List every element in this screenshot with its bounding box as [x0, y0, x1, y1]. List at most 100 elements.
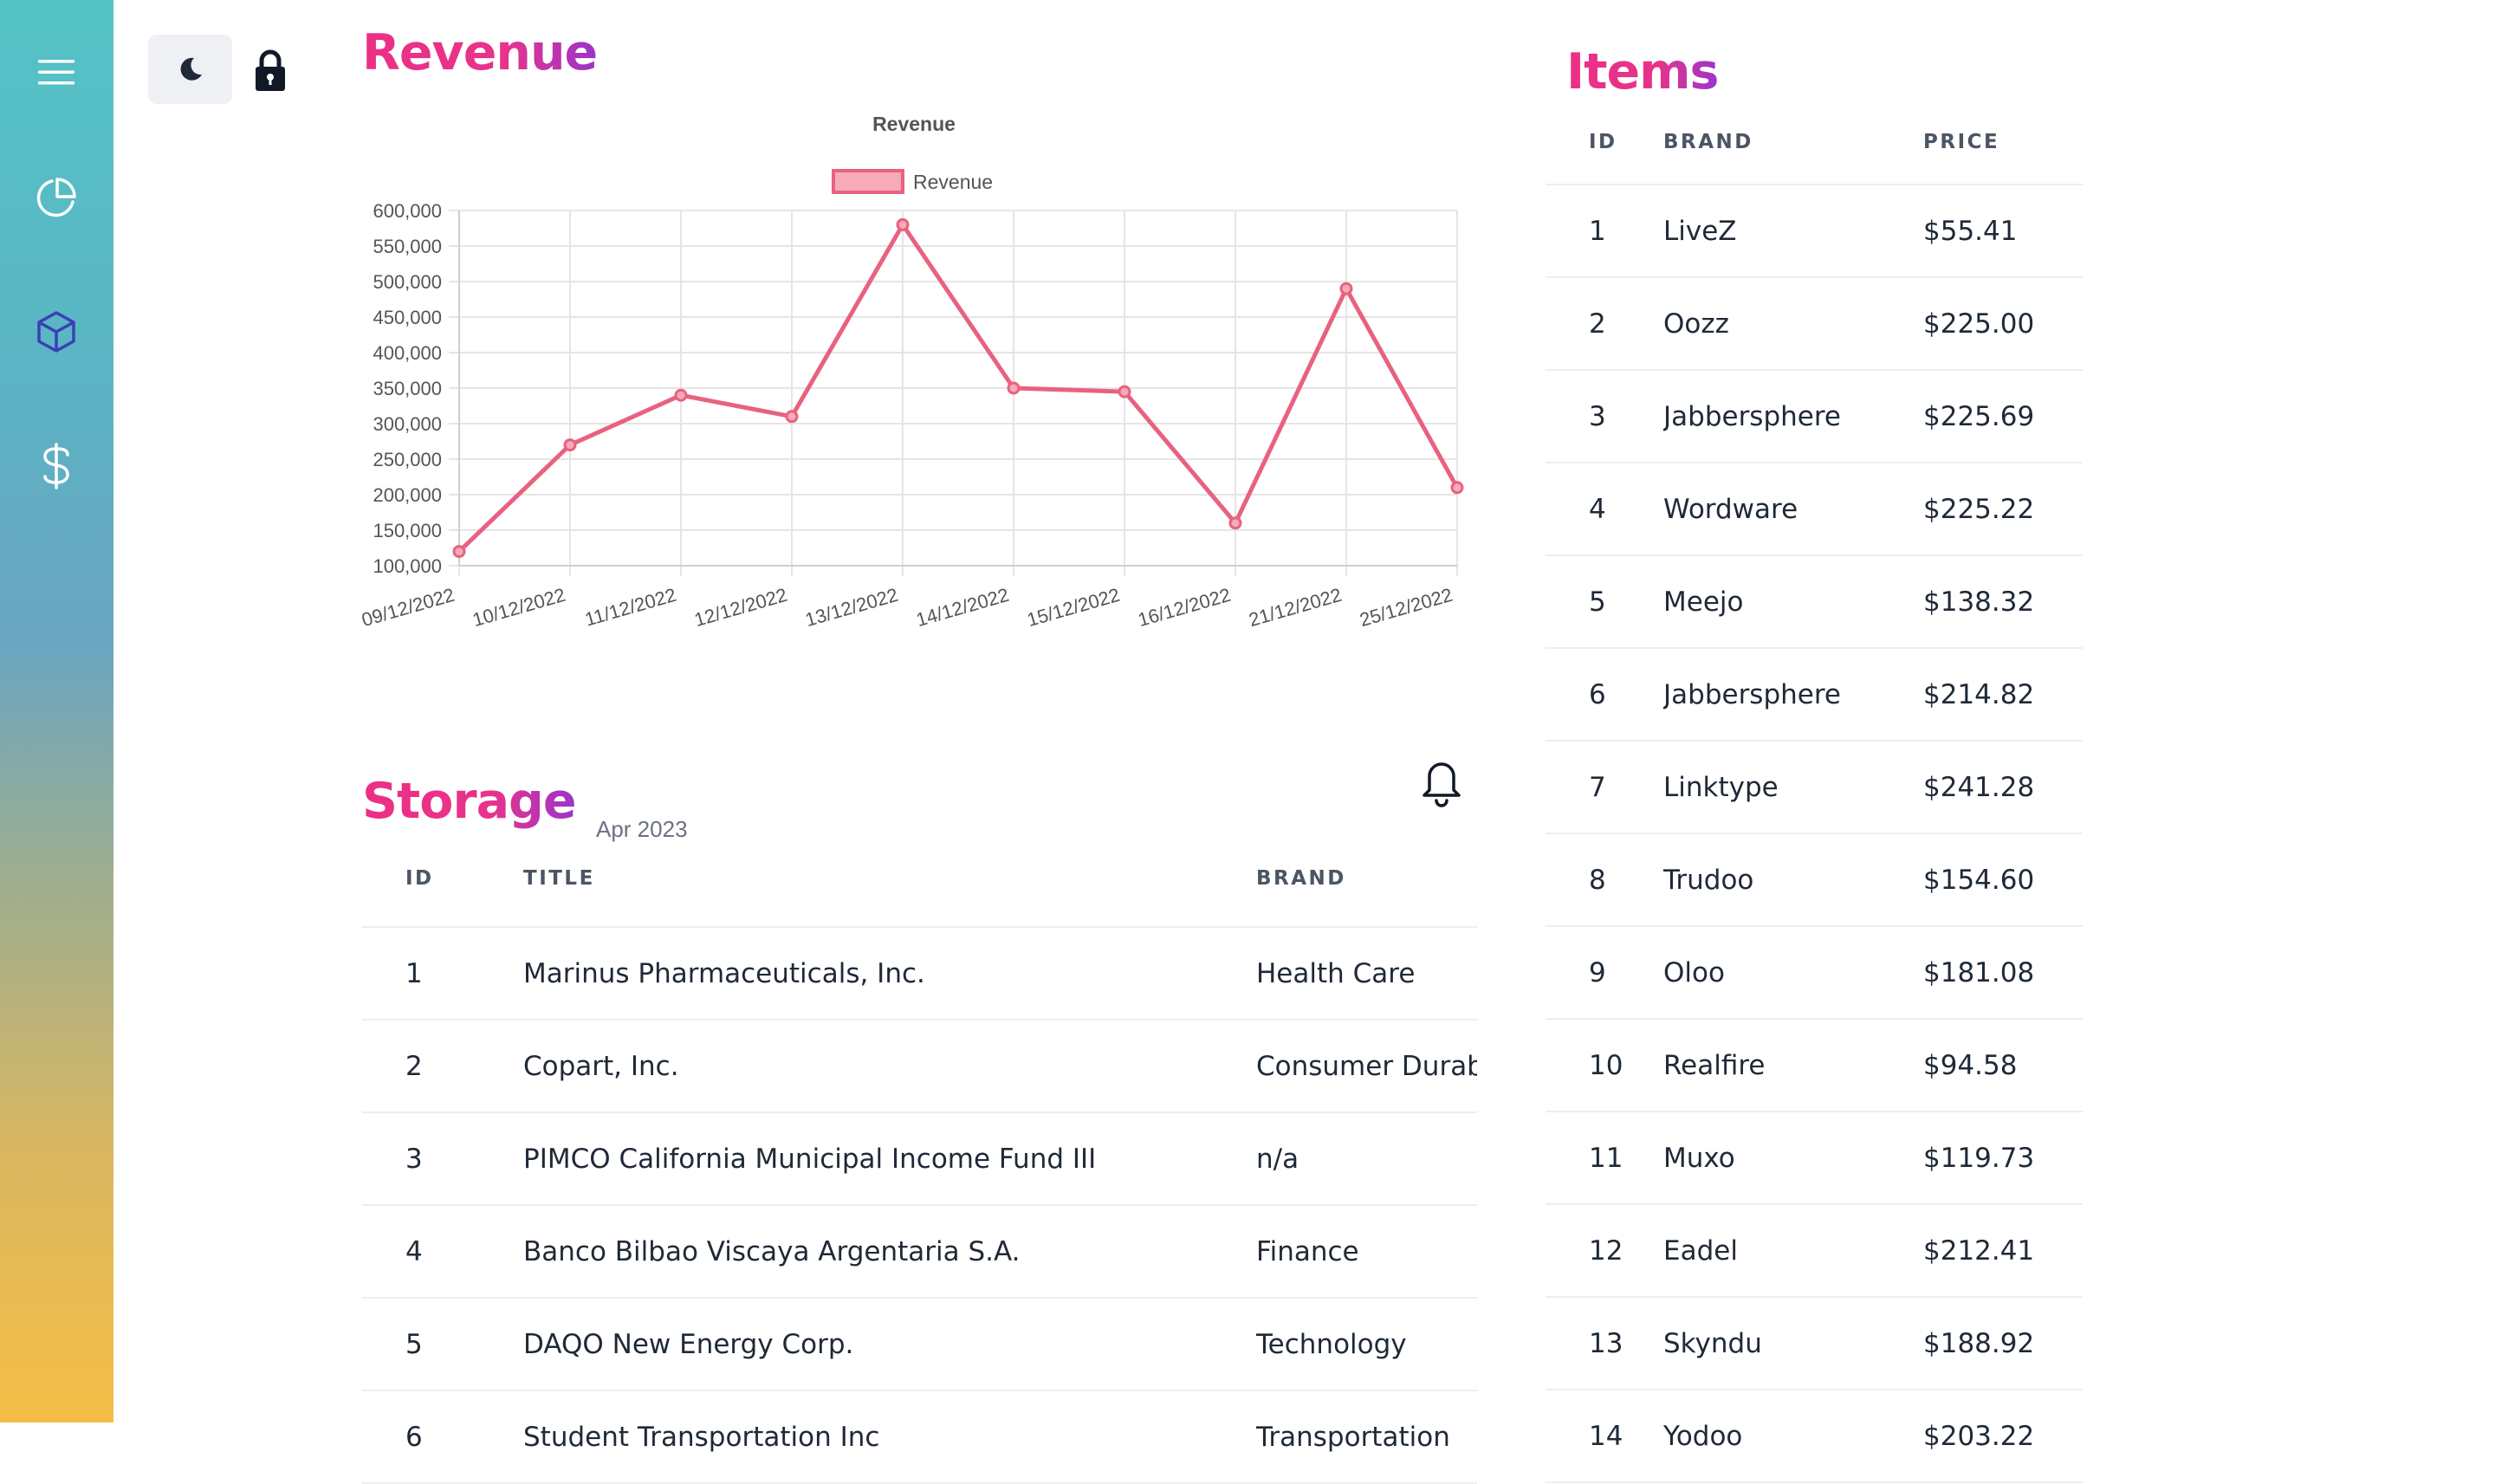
table-cell: $55.41 — [1923, 215, 2018, 247]
lock-icon — [256, 49, 285, 91]
table-row[interactable]: 12 Eadel $212.41 — [1546, 1205, 2083, 1298]
notifications-button[interactable] — [1417, 755, 1466, 807]
data-point — [1450, 481, 1464, 495]
items-table-header: ID BRAND PRICE — [1546, 100, 2083, 185]
table-cell: 2 — [405, 1050, 423, 1082]
column-header-id[interactable]: ID — [1546, 131, 1663, 153]
table-row[interactable]: 11 Muxo $119.73 — [1546, 1112, 2083, 1205]
table-cell: LiveZ — [1663, 215, 1737, 247]
table-cell: Transportation — [1256, 1421, 1450, 1453]
legend-swatch — [832, 169, 904, 194]
table-row[interactable]: 4 Banco Bilbao Viscaya Argentaria S.A. Fin… — [362, 1206, 1477, 1299]
table-cell: $181.08 — [1923, 956, 2035, 988]
table-cell: Consumer Durab — [1256, 1050, 1477, 1082]
table-cell: Linktype — [1663, 771, 1779, 803]
column-header-id[interactable]: ID — [362, 867, 523, 890]
table-row[interactable]: 6 Jabbersphere $214.82 — [1546, 649, 2083, 742]
table-row[interactable]: 4 Wordware $225.22 — [1546, 463, 2083, 556]
table-cell: 1 — [1589, 215, 1606, 247]
table-cell: Skyndu — [1663, 1327, 1762, 1359]
table-cell: $188.92 — [1923, 1327, 2035, 1359]
legend-label: Revenue — [913, 171, 993, 193]
table-cell: Marinus Pharmaceuticals, Inc. — [523, 957, 925, 989]
table-cell: $212.41 — [1923, 1235, 2035, 1267]
table-row[interactable]: 1 Marinus Pharmaceuticals, Inc. Health Car… — [362, 928, 1477, 1021]
table-row[interactable]: 10 Realfire $94.58 — [1546, 1020, 2083, 1112]
table-row[interactable]: 2 Copart, Inc. Consumer Durab — [362, 1021, 1477, 1113]
y-tick-label: 250,000 — [373, 449, 442, 470]
table-cell: Oozz — [1663, 308, 1729, 340]
table-row[interactable]: 5 DAQO New Energy Corp. Technology — [362, 1299, 1477, 1391]
y-tick-label: 200,000 — [373, 484, 442, 506]
table-cell: Jabbersphere — [1663, 400, 1841, 432]
x-tick-label: 15/12/2022 — [1025, 584, 1123, 631]
table-cell: Finance — [1256, 1235, 1359, 1267]
table-cell: DAQO New Energy Corp. — [523, 1328, 854, 1360]
table-row[interactable]: 7 Linktype $241.28 — [1546, 742, 2083, 834]
data-point — [452, 545, 466, 559]
column-header-price[interactable]: PRICE — [1923, 131, 2083, 153]
table-row[interactable]: 3 Jabbersphere $225.69 — [1546, 371, 2083, 463]
x-tick-label: 14/12/2022 — [914, 584, 1012, 631]
table-row[interactable]: 1 LiveZ $55.41 — [1546, 185, 2083, 278]
table-row[interactable]: 8 Trudoo $154.60 — [1546, 834, 2083, 927]
table-cell: $154.60 — [1923, 864, 2035, 896]
storage-table: ID TITLE BRAND 1 Marinus Pharmaceuticals,… — [362, 830, 1477, 1484]
y-tick-label: 600,000 — [373, 200, 442, 222]
table-row[interactable]: 13 Skyndu $188.92 — [1546, 1298, 2083, 1390]
table-cell: 12 — [1589, 1235, 1623, 1267]
table-row[interactable]: 14 Yodoo $203.22 — [1546, 1390, 2083, 1483]
table-cell: Banco Bilbao Viscaya Argentaria S.A. — [523, 1235, 1021, 1267]
dollar-icon — [43, 443, 69, 489]
y-tick-label: 100,000 — [373, 555, 442, 577]
sidebar-item-billing[interactable] — [22, 431, 91, 501]
table-cell: 11 — [1589, 1142, 1623, 1174]
table-row[interactable]: 9 Oloo $181.08 — [1546, 927, 2083, 1020]
table-cell: 3 — [1589, 400, 1606, 432]
table-cell: 13 — [1589, 1327, 1623, 1359]
table-row[interactable]: 5 Meejo $138.32 — [1546, 556, 2083, 649]
x-tick-label: 13/12/2022 — [803, 584, 901, 631]
table-cell: Copart, Inc. — [523, 1050, 679, 1082]
menu-button[interactable] — [22, 37, 91, 107]
table-cell: 5 — [1589, 586, 1606, 618]
theme-toggle-button[interactable] — [148, 35, 232, 104]
table-cell: 6 — [405, 1421, 423, 1453]
table-cell: PIMCO California Municipal Income Fund I… — [523, 1143, 1097, 1175]
x-tick-label: 11/12/2022 — [582, 584, 678, 631]
table-cell: $225.69 — [1923, 400, 2035, 432]
table-cell: Muxo — [1663, 1142, 1735, 1174]
sidebar-item-dashboard[interactable] — [22, 163, 91, 232]
menu-icon — [38, 60, 75, 85]
items-heading: Items — [1566, 43, 1719, 100]
data-point — [1339, 282, 1353, 295]
y-tick-label: 400,000 — [373, 342, 442, 364]
table-cell: 1 — [405, 957, 423, 989]
column-header-brand[interactable]: BRAND — [1256, 867, 1477, 890]
table-cell: Student Transportation Inc — [523, 1421, 880, 1453]
pie-chart-icon — [36, 178, 76, 217]
y-tick-label: 550,000 — [373, 236, 442, 257]
table-row[interactable]: 6 Student Transportation Inc Transportatio… — [362, 1391, 1477, 1484]
x-tick-label: 16/12/2022 — [1136, 584, 1234, 631]
x-tick-label: 21/12/2022 — [1247, 584, 1345, 631]
y-tick-label: 350,000 — [373, 378, 442, 399]
table-cell: 14 — [1589, 1420, 1623, 1452]
table-cell: $225.00 — [1923, 308, 2035, 340]
revenue-chart: Revenue Revenue 600,000 550,000 500,000 450,0… — [355, 102, 1464, 657]
y-tick-label: 450,000 — [373, 307, 442, 328]
lock-button[interactable] — [244, 43, 296, 99]
table-cell: Eadel — [1663, 1235, 1738, 1267]
table-cell: Meejo — [1663, 586, 1744, 618]
sidebar-item-products[interactable] — [22, 297, 91, 366]
table-cell: $214.82 — [1923, 678, 2035, 710]
data-point — [1007, 381, 1021, 395]
column-header-brand[interactable]: BRAND — [1663, 131, 1923, 153]
column-header-title[interactable]: TITLE — [523, 867, 1256, 890]
table-cell: 10 — [1589, 1049, 1623, 1081]
table-cell: Realfire — [1663, 1049, 1766, 1081]
table-row[interactable]: 3 PIMCO California Municipal Income Fund … — [362, 1113, 1477, 1206]
y-tick-label: 500,000 — [373, 271, 442, 293]
table-row[interactable]: 2 Oozz $225.00 — [1546, 278, 2083, 371]
items-table: ID BRAND PRICE 1 LiveZ $55.41 2 Oozz $225.00 3… — [1546, 100, 2083, 1483]
